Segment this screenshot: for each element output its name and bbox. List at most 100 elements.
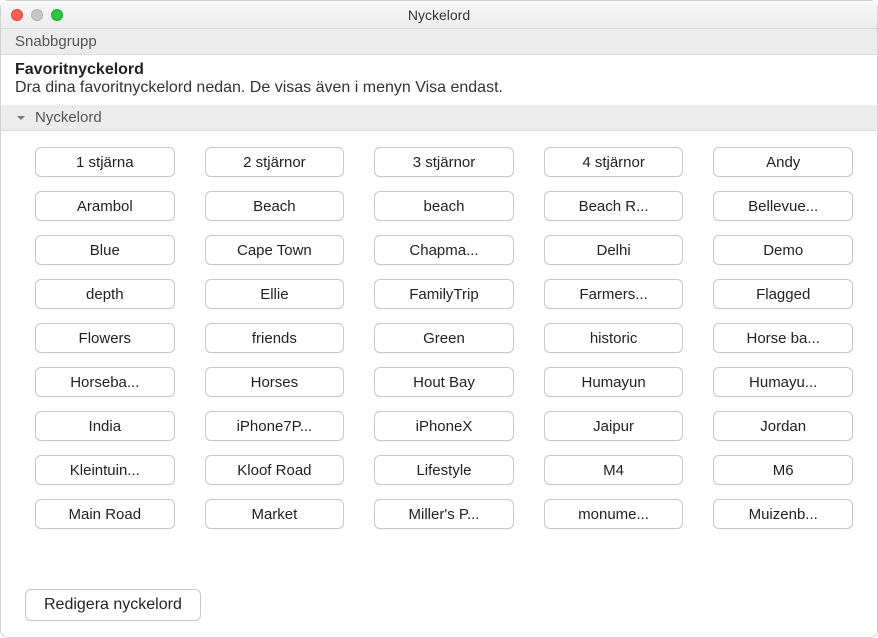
keyword-button[interactable]: Hout Bay	[374, 367, 514, 397]
keyword-label: friends	[252, 330, 297, 347]
keyword-label: Jaipur	[593, 418, 634, 435]
keyword-label: Flagged	[756, 286, 810, 303]
keyword-button[interactable]: Arambol	[35, 191, 175, 221]
keyword-label: Flowers	[79, 330, 132, 347]
keyword-label: Bellevue...	[748, 198, 818, 215]
chevron-down-icon	[15, 112, 27, 124]
keyword-label: depth	[86, 286, 124, 303]
keyword-label: beach	[424, 198, 465, 215]
keyword-label: Kleintuin...	[70, 462, 140, 479]
edit-keywords-button[interactable]: Redigera nyckelord	[25, 589, 201, 621]
keyword-label: Humayu...	[749, 374, 817, 391]
section-header-nyckelord-label: Nyckelord	[35, 109, 102, 126]
keyword-button[interactable]: Flagged	[713, 279, 853, 309]
keyword-label: Beach	[253, 198, 296, 215]
keyword-button[interactable]: iPhoneX	[374, 411, 514, 441]
keywords-container: 1 stjärna 2 stjärnor 3 stjärnor 4 stjärnor A…	[1, 131, 877, 579]
keyword-button[interactable]: Miller's P...	[374, 499, 514, 529]
keyword-label: Arambol	[77, 198, 133, 215]
keyword-button[interactable]: depth	[35, 279, 175, 309]
keyword-button[interactable]: historic	[544, 323, 684, 353]
keyword-label: iPhoneX	[416, 418, 473, 435]
keyword-label: Lifestyle	[416, 462, 471, 479]
keyword-button[interactable]: 1 stjärna	[35, 147, 175, 177]
keyword-button[interactable]: Humayu...	[713, 367, 853, 397]
keyword-button[interactable]: Green	[374, 323, 514, 353]
keyword-button[interactable]: Muizenb...	[713, 499, 853, 529]
keyword-label: Kloof Road	[237, 462, 311, 479]
keywords-grid: 1 stjärna 2 stjärnor 3 stjärnor 4 stjärnor A…	[35, 147, 853, 529]
keyword-label: M6	[773, 462, 794, 479]
keyword-button[interactable]: Farmers...	[544, 279, 684, 309]
keyword-button[interactable]: Jordan	[713, 411, 853, 441]
keyword-label: Horseba...	[70, 374, 139, 391]
keyword-button[interactable]: India	[35, 411, 175, 441]
keyword-label: Jordan	[760, 418, 806, 435]
keyword-label: Horses	[251, 374, 299, 391]
keyword-label: Ellie	[260, 286, 288, 303]
keyword-label: 3 stjärnor	[413, 154, 476, 171]
keyword-label: Blue	[90, 242, 120, 259]
keyword-button[interactable]: Bellevue...	[713, 191, 853, 221]
keyword-label: Chapma...	[409, 242, 478, 259]
keyword-button[interactable]: Kloof Road	[205, 455, 345, 485]
edit-keywords-label: Redigera nyckelord	[44, 596, 182, 613]
keyword-label: India	[89, 418, 122, 435]
keyword-button[interactable]: Jaipur	[544, 411, 684, 441]
keyword-button[interactable]: Lifestyle	[374, 455, 514, 485]
favorites-subtitle: Dra dina favoritnyckelord nedan. De visa…	[15, 79, 863, 97]
keyword-label: Miller's P...	[409, 506, 480, 523]
keyword-button[interactable]: Market	[205, 499, 345, 529]
keyword-label: monume...	[578, 506, 649, 523]
keyword-label: Andy	[766, 154, 800, 171]
keyword-label: Horse ba...	[747, 330, 820, 347]
keyword-button[interactable]: M6	[713, 455, 853, 485]
keyword-label: FamilyTrip	[409, 286, 478, 303]
keyword-label: iPhone7P...	[237, 418, 313, 435]
keyword-button[interactable]: Chapma...	[374, 235, 514, 265]
keyword-button[interactable]: Beach	[205, 191, 345, 221]
keyword-button[interactable]: iPhone7P...	[205, 411, 345, 441]
keyword-button[interactable]: 3 stjärnor	[374, 147, 514, 177]
keyword-button[interactable]: beach	[374, 191, 514, 221]
keyword-button[interactable]: Horse ba...	[713, 323, 853, 353]
close-icon[interactable]	[11, 9, 23, 21]
keyword-button[interactable]: 2 stjärnor	[205, 147, 345, 177]
keyword-button[interactable]: friends	[205, 323, 345, 353]
keyword-label: 1 stjärna	[76, 154, 134, 171]
zoom-icon[interactable]	[51, 9, 63, 21]
keyword-button[interactable]: Horseba...	[35, 367, 175, 397]
keyword-button[interactable]: Flowers	[35, 323, 175, 353]
keyword-label: Muizenb...	[749, 506, 818, 523]
keyword-label: Cape Town	[237, 242, 312, 259]
keyword-label: 2 stjärnor	[243, 154, 306, 171]
section-header-snabbgrupp: Snabbgrupp	[1, 29, 877, 55]
keyword-button[interactable]: Horses	[205, 367, 345, 397]
keyword-button[interactable]: Andy	[713, 147, 853, 177]
keyword-button[interactable]: 4 stjärnor	[544, 147, 684, 177]
keyword-button[interactable]: Blue	[35, 235, 175, 265]
keyword-button[interactable]: FamilyTrip	[374, 279, 514, 309]
keyword-button[interactable]: Beach R...	[544, 191, 684, 221]
keyword-button[interactable]: Ellie	[205, 279, 345, 309]
keyword-label: 4 stjärnor	[582, 154, 645, 171]
keyword-button[interactable]: Main Road	[35, 499, 175, 529]
window-title: Nyckelord	[1, 7, 877, 23]
keyword-button[interactable]: M4	[544, 455, 684, 485]
keyword-button[interactable]: Humayun	[544, 367, 684, 397]
keyword-button[interactable]: Delhi	[544, 235, 684, 265]
keyword-button[interactable]: Kleintuin...	[35, 455, 175, 485]
minimize-icon[interactable]	[31, 9, 43, 21]
keyword-label: Delhi	[597, 242, 631, 259]
keyword-label: historic	[590, 330, 638, 347]
keyword-label: Demo	[763, 242, 803, 259]
favorites-block: Favoritnyckelord Dra dina favoritnyckelo…	[1, 55, 877, 105]
keyword-label: Hout Bay	[413, 374, 475, 391]
section-header-nyckelord[interactable]: Nyckelord	[1, 105, 877, 131]
keyword-label: Main Road	[69, 506, 142, 523]
keyword-button[interactable]: monume...	[544, 499, 684, 529]
keyword-label: Farmers...	[579, 286, 647, 303]
keyword-button[interactable]: Cape Town	[205, 235, 345, 265]
keyword-label: Humayun	[581, 374, 645, 391]
keyword-button[interactable]: Demo	[713, 235, 853, 265]
